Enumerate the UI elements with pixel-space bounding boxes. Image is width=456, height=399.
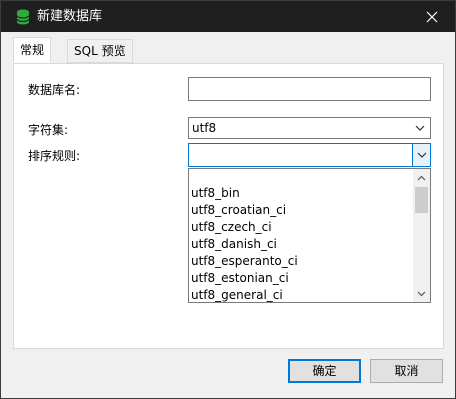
- charset-value: utf8: [192, 121, 217, 135]
- list-item[interactable]: utf8_danish_ci: [191, 236, 277, 253]
- window-title: 新建数据库: [37, 9, 103, 24]
- list-item[interactable]: utf8_czech_ci: [191, 219, 272, 236]
- chevron-down-icon: [415, 125, 425, 131]
- scroll-thumb[interactable]: [415, 187, 428, 213]
- collation-dropdown-list[interactable]: utf8_bin utf8_croatian_ci utf8_czech_ci …: [188, 168, 431, 303]
- tab-general[interactable]: 常规: [13, 37, 52, 63]
- list-item[interactable]: utf8_esperanto_ci: [191, 253, 298, 270]
- database-icon: [16, 9, 30, 25]
- charset-label: 字符集:: [28, 123, 69, 137]
- new-database-dialog: 新建数据库 常规 SQL 预览 数据库名: 字符集: utf8 排序规则: ut…: [0, 0, 456, 399]
- collation-dropdown-button[interactable]: [412, 144, 430, 166]
- charset-select[interactable]: utf8: [188, 117, 431, 139]
- dropdown-scrollbar[interactable]: [413, 169, 430, 302]
- chevron-down-icon: [417, 291, 426, 296]
- list-item[interactable]: utf8_bin: [191, 185, 240, 202]
- chevron-down-icon: [417, 152, 427, 158]
- title-bar[interactable]: 新建数据库: [1, 1, 455, 32]
- collation-label: 排序规则:: [28, 149, 81, 163]
- collation-select[interactable]: [188, 143, 431, 167]
- scroll-up-button[interactable]: [413, 169, 430, 186]
- chevron-up-icon: [417, 175, 426, 180]
- scroll-down-button[interactable]: [413, 285, 430, 302]
- ok-button[interactable]: 确定: [288, 359, 361, 383]
- close-button[interactable]: [409, 1, 455, 32]
- tab-sql-preview[interactable]: SQL 预览: [67, 39, 133, 63]
- close-icon: [426, 11, 438, 22]
- db-name-label: 数据库名:: [28, 83, 81, 97]
- list-item[interactable]: utf8_croatian_ci: [191, 202, 286, 219]
- list-item[interactable]: utf8_general_ci: [191, 287, 283, 302]
- cancel-button[interactable]: 取消: [370, 359, 443, 383]
- list-item[interactable]: utf8_estonian_ci: [191, 270, 289, 287]
- db-name-input[interactable]: [188, 77, 431, 101]
